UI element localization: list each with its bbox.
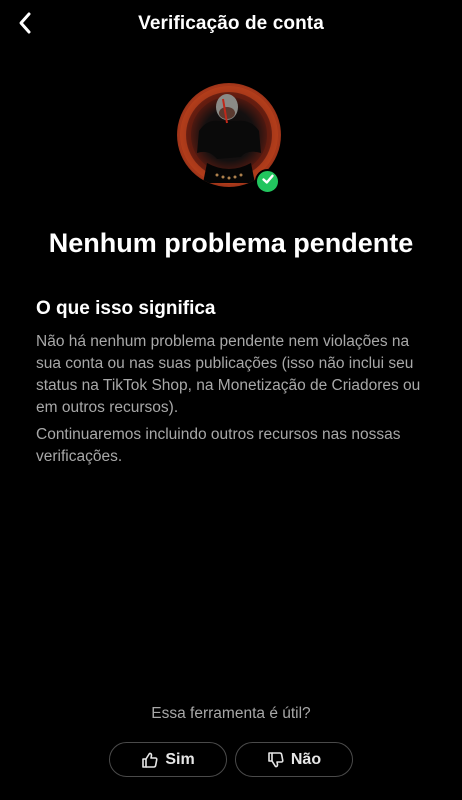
feedback-yes-label: Sim bbox=[165, 750, 195, 768]
top-bar: Verificação de conta bbox=[0, 0, 462, 50]
meaning-paragraph-2: Continuaremos incluindo outros recursos … bbox=[36, 426, 401, 465]
meaning-paragraph-1: Não há nenhum problema pendente nem viol… bbox=[36, 333, 421, 416]
thumbs-up-icon bbox=[141, 751, 159, 769]
feedback-question: Essa ferramenta é útil? bbox=[151, 705, 311, 722]
check-icon bbox=[261, 172, 275, 191]
feedback-no-button[interactable]: Não bbox=[235, 742, 353, 777]
feedback-no-label: Não bbox=[290, 750, 322, 768]
status-title: Nenhum problema pendente bbox=[48, 228, 414, 258]
thumbs-down-icon bbox=[267, 751, 285, 769]
verified-badge bbox=[255, 169, 280, 194]
section-heading: O que isso significa bbox=[36, 298, 216, 319]
feedback-yes-button[interactable]: Sim bbox=[109, 742, 227, 777]
page-title: Verificação de conta bbox=[138, 13, 324, 34]
profile-avatar-group bbox=[177, 83, 285, 194]
